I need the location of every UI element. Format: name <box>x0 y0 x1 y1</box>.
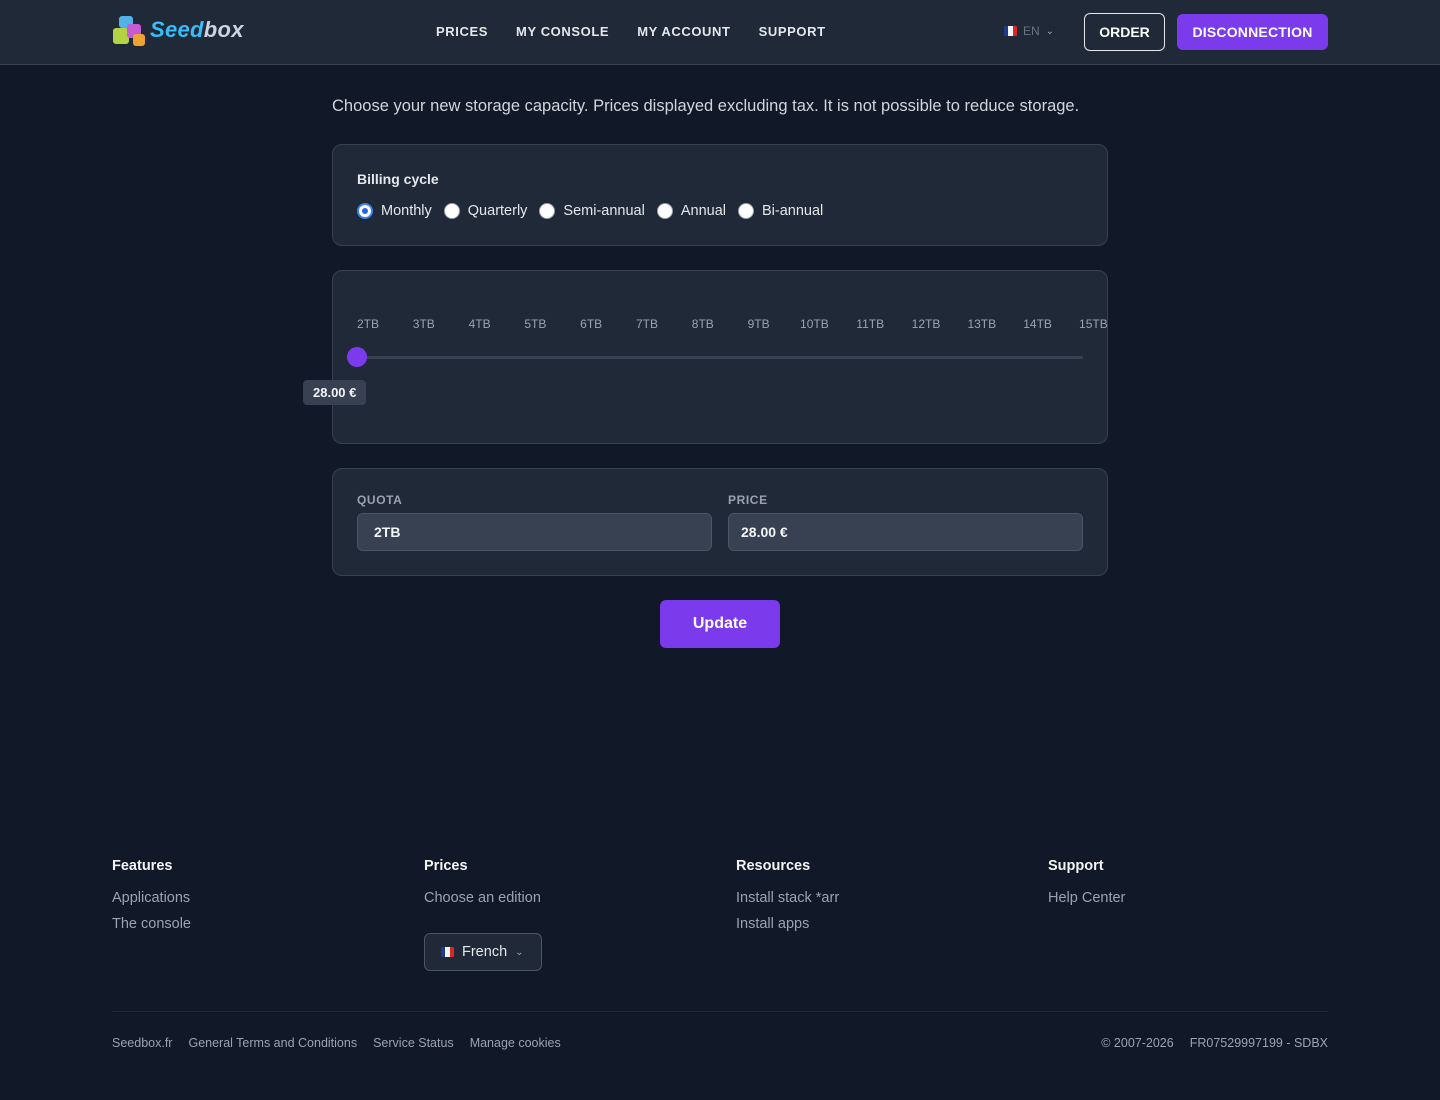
radio-label: Bi-annual <box>762 203 824 219</box>
footer-col-title: Features <box>112 858 173 874</box>
slider-tick-label: 3TB <box>412 317 435 331</box>
radio-quarterly[interactable]: Quarterly <box>443 203 528 219</box>
update-button[interactable]: Update <box>660 600 780 648</box>
summary-card: QUOTA 2TB PRICE 28.00 € <box>332 468 1108 576</box>
slider-tick-label: 14TB <box>1023 317 1052 331</box>
billing-cycle-options: Monthly Quarterly Semi-annual Annual Bi-… <box>357 203 823 219</box>
nav-prices[interactable]: PRICES <box>436 24 488 39</box>
logo-cubes-icon <box>113 14 149 46</box>
radio-semi-annual[interactable]: Semi-annual <box>539 203 645 219</box>
legal-link-cookies[interactable]: Manage cookies <box>470 1036 561 1050</box>
slider-tick-label: 2TB <box>356 317 380 331</box>
footer-col-prices: Prices Choose an edition <box>424 858 541 916</box>
main-nav: PRICES MY CONSOLE MY ACCOUNT SUPPORT <box>436 24 826 39</box>
flag-fr-icon <box>441 947 454 957</box>
footer-col-features: Features Applications The console <box>112 858 191 942</box>
footer-link-choose-edition[interactable]: Choose an edition <box>424 890 541 906</box>
slider-price-tooltip: 28.00 € <box>303 380 367 405</box>
radio-bi-annual[interactable]: Bi-annual <box>738 203 823 219</box>
language-select-value: French <box>462 944 508 960</box>
slider-tick-label: 4TB <box>468 317 491 331</box>
logo-text-seed: Seed <box>150 17 204 42</box>
radio-label: Monthly <box>381 203 432 219</box>
footer-legal-links: Seedbox.fr General Terms and Conditions … <box>112 1036 561 1050</box>
storage-slider-card: 2TB 3TB 4TB 5TB 6TB 7TB 8TB 9TB 10TB 11TB 12TB 13TB… <box>303 270 1108 444</box>
slider-tick-label: 7TB <box>635 317 659 331</box>
quota-field: 2TB <box>357 513 712 551</box>
nav-support[interactable]: SUPPORT <box>759 24 826 39</box>
slider-tick-label: 5TB <box>524 317 547 331</box>
footer-col-support: Support Help Center <box>1048 858 1125 916</box>
radio-annual[interactable]: Annual <box>656 203 726 219</box>
footer-link-applications[interactable]: Applications <box>112 890 191 906</box>
nav-my-account[interactable]: MY ACCOUNT <box>637 24 730 39</box>
footer-link-install-apps[interactable]: Install apps <box>736 916 839 932</box>
chevron-down-icon: ⌄ <box>515 946 524 958</box>
slider-thumb[interactable] <box>347 347 367 367</box>
radio-icon[interactable] <box>656 203 673 219</box>
radio-icon[interactable] <box>539 203 556 219</box>
footer-language-select[interactable]: French ⌄ <box>424 933 542 971</box>
footer-col-title: Prices <box>424 858 468 874</box>
chevron-down-icon: ⌄ <box>1045 25 1055 37</box>
flag-fr-icon <box>1004 26 1017 36</box>
company-id: FR07529997199 - SDBX <box>1189 1036 1328 1050</box>
radio-label: Quarterly <box>467 203 528 219</box>
seedbox-logo[interactable]: Seedbox <box>113 14 244 46</box>
slider-track[interactable] <box>357 356 1083 359</box>
footer-copyright: © 2007-2026 FR07529997199 - SDBX <box>1101 1036 1328 1050</box>
footer-col-title: Support <box>1048 858 1104 874</box>
slider-tick-label: 12TB <box>911 317 941 331</box>
legal-link-status[interactable]: Service Status <box>373 1036 454 1050</box>
footer-col-resources: Resources Install stack *arr Install app… <box>736 858 839 942</box>
footer-link-console[interactable]: The console <box>112 916 191 932</box>
footer-divider <box>112 1011 1328 1012</box>
slider-tick-label: 13TB <box>967 317 997 331</box>
copyright-text: © 2007-2026 <box>1101 1036 1174 1050</box>
logo-text-box: box <box>203 17 244 42</box>
language-switcher[interactable]: EN ⌄ <box>1004 24 1054 38</box>
disconnection-button[interactable]: DISCONNECTION <box>1177 14 1328 50</box>
radio-monthly[interactable]: Monthly <box>357 203 432 219</box>
nav-my-console[interactable]: MY CONSOLE <box>516 24 609 39</box>
logo-wordmark: Seedbox <box>150 17 244 43</box>
legal-link-seedbox[interactable]: Seedbox.fr <box>112 1036 172 1050</box>
slider-tick-label: 11TB <box>856 317 885 331</box>
top-navbar: Seedbox PRICES MY CONSOLE MY ACCOUNT SUP… <box>0 0 1440 65</box>
legal-link-terms[interactable]: General Terms and Conditions <box>188 1036 357 1050</box>
page-intro-text: Choose your new storage capacity. Prices… <box>332 97 1080 115</box>
radio-label: Annual <box>680 203 726 219</box>
price-label: PRICE <box>728 493 768 507</box>
billing-cycle-card: Billing cycle Monthly Quarterly Semi-ann… <box>332 144 1108 246</box>
radio-label: Semi-annual <box>563 203 645 219</box>
footer-link-help-center[interactable]: Help Center <box>1048 890 1125 906</box>
quota-label: QUOTA <box>357 493 403 507</box>
slider-tick-label: 15TB <box>1079 317 1108 331</box>
billing-cycle-label: Billing cycle <box>357 171 439 187</box>
slider-tick-label: 10TB <box>800 317 829 331</box>
slider-tick-label: 8TB <box>691 317 714 331</box>
order-button[interactable]: ORDER <box>1084 13 1165 51</box>
price-field: 28.00 € <box>728 513 1083 551</box>
radio-icon[interactable] <box>738 203 754 219</box>
slider-tick-label: 9TB <box>747 317 770 331</box>
language-code: EN <box>1023 24 1040 38</box>
slider-tick-label: 6TB <box>580 317 603 331</box>
radio-icon[interactable] <box>443 203 460 219</box>
radio-icon[interactable] <box>357 203 373 219</box>
footer-link-install-stack[interactable]: Install stack *arr <box>736 890 839 906</box>
footer-col-title: Resources <box>736 858 811 874</box>
